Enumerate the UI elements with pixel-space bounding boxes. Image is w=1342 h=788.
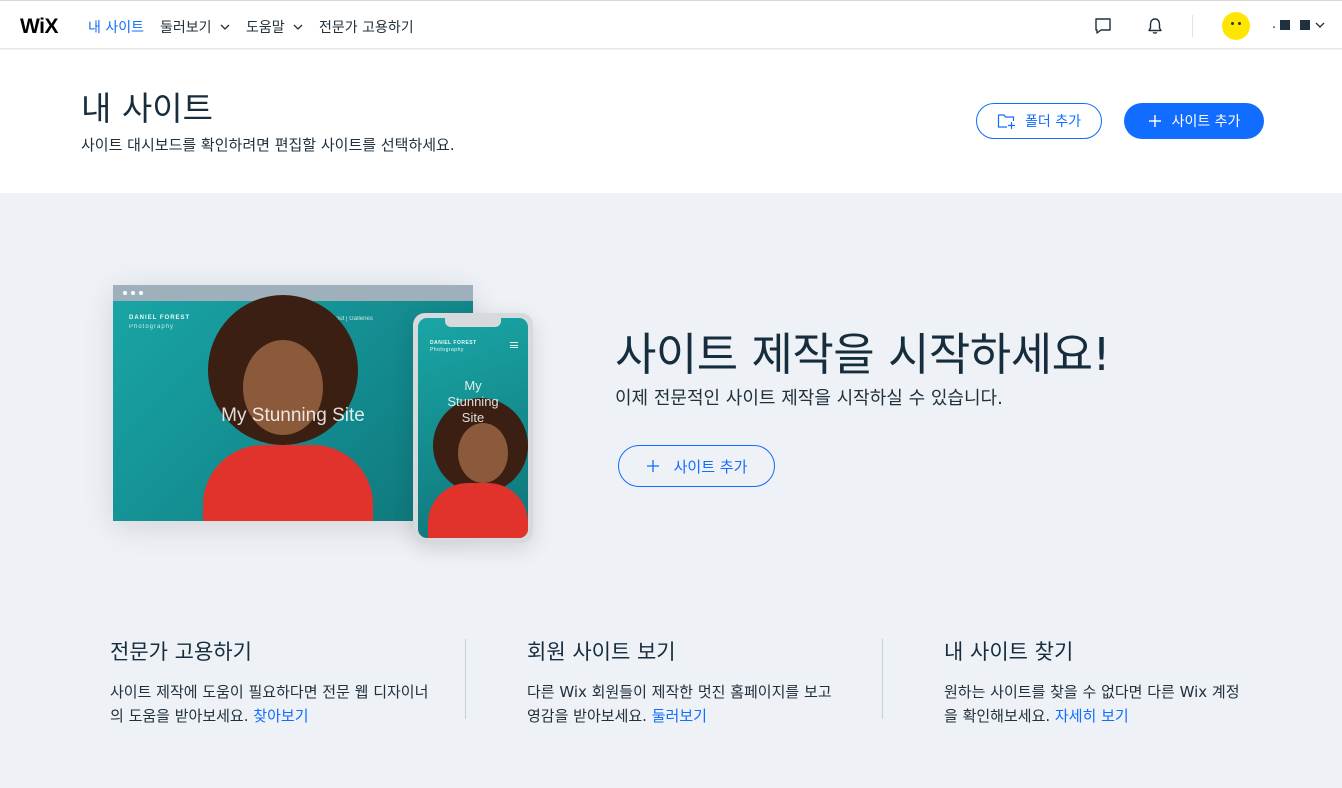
mobile-screen: DANIEL FOREST Photography My Stunning Si…	[418, 318, 528, 538]
hero-title: 사이트 제작을 시작하세요!	[615, 328, 1111, 381]
nav-help[interactable]: 도움말	[246, 17, 304, 37]
nav-hire-expert[interactable]: 전문가 고용하기	[319, 17, 414, 37]
preview-brand-name: DANIEL FOREST	[129, 315, 191, 321]
info-card-title: 전문가 고용하기	[110, 640, 252, 664]
nav-help-label: 도움말	[246, 20, 285, 36]
browser-dot	[131, 291, 135, 295]
bell-icon[interactable]	[1145, 16, 1165, 36]
avatar[interactable]	[1222, 12, 1250, 40]
info-divider	[882, 639, 883, 719]
plus-icon	[1148, 115, 1161, 127]
hero-add-site-label: 사이트 추가	[673, 457, 748, 476]
nav-explore-label: 둘러보기	[160, 20, 212, 36]
plus-icon	[646, 460, 659, 472]
avatar-eye	[1238, 22, 1241, 25]
mobile-site-text-line: My	[464, 378, 482, 393]
mobile-brand-name: DANIEL FOREST	[430, 340, 477, 346]
info-card-hire-expert: 전문가 고용하기 사이트 제작에 도움이 필요하다면 전문 웹 디자이너의 도움…	[110, 636, 430, 728]
add-site-label: 사이트 추가	[1171, 114, 1241, 130]
preview-brand-sub: Photography	[129, 324, 175, 330]
account-label: .	[1272, 17, 1277, 32]
info-card-explore-sites: 회원 사이트 보기 다른 Wix 회원들이 제작한 멋진 홈페이지를 보고 영감…	[527, 636, 847, 728]
account-name-block	[1300, 19, 1311, 30]
browser-dot	[139, 291, 143, 295]
mobile-brand-sub: Photography	[430, 347, 464, 353]
hero-subtitle: 이제 전문적인 사이트 제작을 시작하실 수 있습니다.	[615, 388, 1003, 409]
info-divider	[465, 639, 466, 719]
hero-add-site-button[interactable]: 사이트 추가	[618, 445, 775, 487]
add-folder-button[interactable]: 폴더 추가	[976, 103, 1102, 139]
folder-add-icon	[997, 114, 1015, 129]
person-face	[458, 423, 508, 483]
chevron-down-icon	[293, 24, 303, 30]
preview-brand: DANIEL FOREST Photography	[129, 314, 190, 332]
chevron-down-icon	[1315, 22, 1325, 28]
chevron-down-icon	[220, 24, 229, 30]
learn-more-link[interactable]: 자세히 보기	[1055, 707, 1129, 725]
topbar-divider	[1192, 15, 1193, 37]
top-bar: WiX 내 사이트 둘러보기 도움말 전문가 고용하기 .	[0, 0, 1342, 49]
page-header: 내 사이트 사이트 대시보드를 확인하려면 편집할 사이트를 선택하세요. 폴더…	[0, 50, 1342, 193]
add-site-button[interactable]: 사이트 추가	[1124, 103, 1264, 139]
info-card-find-site: 내 사이트 찾기 원하는 사이트를 찾을 수 없다면 다른 Wix 계정을 확인…	[944, 636, 1244, 728]
mobile-preview: DANIEL FOREST Photography My Stunning Si…	[413, 313, 533, 543]
info-card-text: 원하는 사이트를 찾을 수 없다면 다른 Wix 계정을 확인해보세요. 자세히…	[944, 680, 1244, 728]
info-card-title: 회원 사이트 보기	[527, 640, 676, 664]
account-name-block	[1280, 19, 1291, 30]
page-subtitle: 사이트 대시보드를 확인하려면 편집할 사이트를 선택하세요.	[81, 136, 455, 154]
nav-hire-expert-label: 전문가 고용하기	[319, 20, 414, 36]
add-folder-label: 폴더 추가	[1025, 114, 1081, 130]
chat-icon[interactable]	[1093, 16, 1113, 36]
nav-my-sites[interactable]: 내 사이트	[88, 17, 144, 37]
nav-explore[interactable]: 둘러보기	[160, 17, 231, 37]
info-card-text: 사이트 제작에 도움이 필요하다면 전문 웹 디자이너의 도움을 받아보세요. …	[110, 680, 430, 728]
phone-notch	[445, 318, 501, 327]
site-preview-illustration: DANIEL FOREST Photography Home | About |…	[113, 285, 535, 545]
wix-logo[interactable]: WiX	[20, 15, 58, 39]
nav-my-sites-label: 내 사이트	[88, 20, 144, 36]
mobile-brand: DANIEL FOREST Photography	[430, 340, 477, 354]
mobile-site-text: My Stunning Site	[418, 378, 528, 426]
info-card-text: 다른 Wix 회원들이 제작한 멋진 홈페이지를 보고 영감을 받아보세요. 둘…	[527, 680, 847, 728]
explore-link[interactable]: 둘러보기	[652, 707, 707, 725]
person-jacket	[203, 445, 373, 521]
mobile-site-text-line: Site	[461, 410, 485, 425]
browser-dot	[123, 291, 127, 295]
find-expert-link[interactable]: 찾아보기	[253, 707, 308, 725]
avatar-eye	[1231, 22, 1234, 25]
account-menu[interactable]: .	[1272, 17, 1326, 32]
info-card-title: 내 사이트 찾기	[944, 640, 1074, 664]
hamburger-icon	[510, 342, 518, 348]
person-jacket	[428, 483, 528, 538]
mobile-site-text-line: Stunning	[447, 394, 499, 409]
page-title: 내 사이트	[81, 89, 213, 128]
